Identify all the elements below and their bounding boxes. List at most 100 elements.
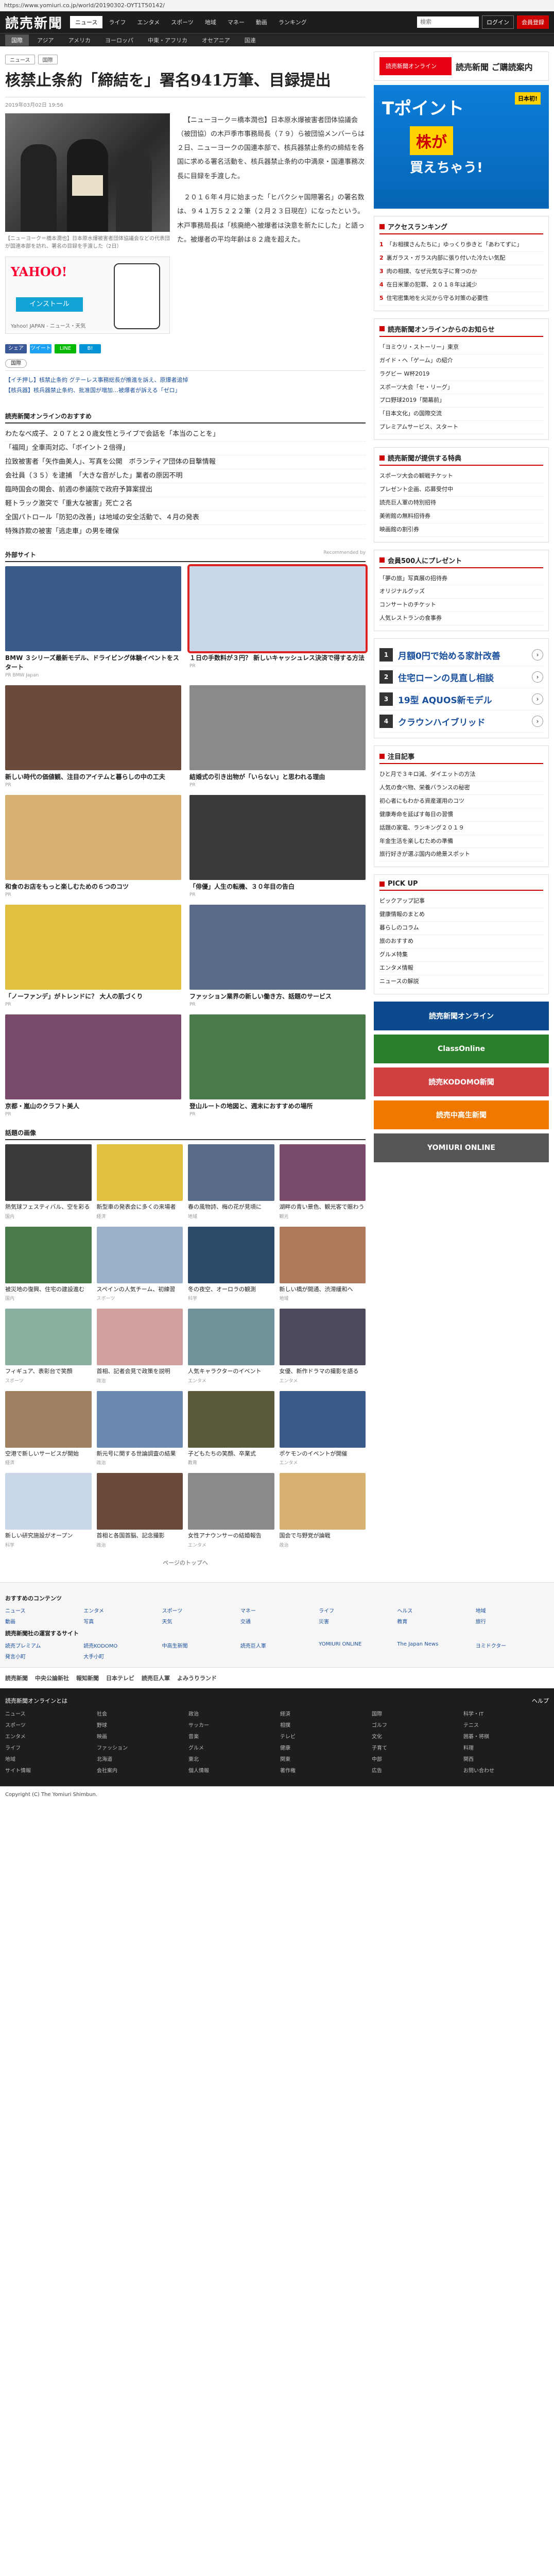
- top-nav-item[interactable]: ライフ: [103, 16, 131, 28]
- points-item[interactable]: プレゼント企画、応募受付中: [379, 483, 543, 497]
- brand-logo[interactable]: 読売新聞: [5, 1674, 28, 1682]
- sub-nav-item[interactable]: ヨーロッパ: [99, 35, 140, 46]
- yomiuri-news-item[interactable]: プレミアムサービス、スタート: [379, 421, 543, 435]
- pickup-item[interactable]: 健康情報のまとめ: [379, 908, 543, 922]
- photo-card[interactable]: 人気キャラクターのイベント エンタメ: [188, 1309, 274, 1384]
- recommend-card[interactable]: 和食のお店をもっと楽しむための６つのコツ PR: [5, 795, 181, 897]
- recommend-card[interactable]: 「ノーファンデ」がトレンドに？ 大人の肌づくり PR: [5, 905, 181, 1007]
- footer-category-link[interactable]: テニス: [463, 1721, 549, 1731]
- top-nav-item[interactable]: マネー: [222, 16, 250, 28]
- recommend-card[interactable]: 「俳優」人生の転機、３０年目の告白 PR: [189, 795, 366, 897]
- pickup-item[interactable]: エンタメ情報: [379, 962, 543, 975]
- footer-category-link[interactable]: ニュース: [5, 1710, 91, 1719]
- footer-site-link[interactable]: YOMIURI ONLINE: [319, 1641, 392, 1649]
- footer-category-link[interactable]: 文化: [372, 1733, 457, 1742]
- footer-site-link[interactable]: 読売KODOMO: [83, 1641, 157, 1649]
- yomiuri-news-item[interactable]: 「ヨミウリ・ストーリー」東京: [379, 341, 543, 354]
- news-list-item[interactable]: 臨時国会の開会、前週の参議院で政府予算案提出: [5, 483, 366, 498]
- news-list-item[interactable]: 「福岡」全車両対応、「ボイント２倍得」: [5, 442, 366, 456]
- featured-item[interactable]: ひと月で３キロ減、ダイエットの方法: [379, 768, 543, 782]
- sub-nav-item[interactable]: 中東・アフリカ: [142, 35, 194, 46]
- chevron-right-icon[interactable]: ›: [532, 649, 543, 661]
- footer-category-link[interactable]: スポーツ: [5, 1721, 91, 1731]
- footer-recommend-link[interactable]: 教育: [397, 1617, 470, 1625]
- yomiuri-news-item[interactable]: ラグビー W杯2019: [379, 368, 543, 381]
- footer-category-link[interactable]: テレビ: [280, 1733, 366, 1742]
- gift-item[interactable]: オリジナルグッズ: [379, 585, 543, 599]
- points-item[interactable]: 映画館の割引券: [379, 523, 543, 537]
- footer-site-link[interactable]: The Japan News: [397, 1641, 470, 1649]
- top-nav-item[interactable]: スポーツ: [166, 16, 199, 28]
- news-list-item[interactable]: 全国パトロール「防犯の改善」は地域の安全活動で、４月の発表: [5, 511, 366, 526]
- footer-recommend-link[interactable]: エンタメ: [83, 1606, 157, 1614]
- news-list-item[interactable]: 拉致被害者「矢作曲美人」、写真を公開 ボランティア団体の目撃情報: [5, 455, 366, 470]
- brand-logo[interactable]: 日本テレビ: [106, 1674, 134, 1682]
- photo-card[interactable]: スペインの人気チーム、初練習 スポーツ: [96, 1226, 183, 1301]
- footer-category-link[interactable]: 料理: [463, 1744, 549, 1753]
- footer-recommend-link[interactable]: ライフ: [319, 1606, 392, 1614]
- featured-item[interactable]: 初心者にもわかる資産運用のコツ: [379, 795, 543, 808]
- recommend-card[interactable]: 新しい時代の価値観、注目のアイテムと暮らしの中の工夫 PR: [5, 685, 181, 788]
- footer-category-link[interactable]: 中部: [372, 1755, 457, 1765]
- chevron-right-icon[interactable]: ›: [532, 671, 543, 683]
- sub-nav-item[interactable]: 国連: [238, 35, 262, 46]
- footer-category-link[interactable]: サイト情報: [5, 1767, 91, 1776]
- article-photo[interactable]: [5, 113, 170, 232]
- line-share-button[interactable]: LINE: [55, 344, 76, 353]
- footer-category-link[interactable]: 映画: [97, 1733, 182, 1742]
- photo-card[interactable]: 首相、記者会見で政策を説明 政治: [96, 1309, 183, 1384]
- footer-category-link[interactable]: 会社案内: [97, 1767, 182, 1776]
- footer-site-link[interactable]: 発言小町: [5, 1652, 78, 1660]
- breadcrumb-item[interactable]: ニュース: [5, 55, 35, 64]
- recommend-card[interactable]: ファッション業界の新しい働き方、話題のサービス PR: [189, 905, 366, 1007]
- sub-nav-item[interactable]: 国際: [5, 34, 29, 46]
- ad-row[interactable]: 4 クラウンハイブリッド ›: [379, 710, 543, 733]
- gift-item[interactable]: コンサートのチケット: [379, 599, 543, 613]
- footer-category-link[interactable]: ファッション: [97, 1744, 182, 1753]
- breadcrumb-item[interactable]: 国際: [38, 55, 58, 64]
- pickup-item[interactable]: ニュースの解説: [379, 975, 543, 989]
- help-link[interactable]: ヘルプ: [532, 1697, 549, 1705]
- footer-category-link[interactable]: 関東: [280, 1755, 366, 1765]
- recommend-card[interactable]: BMW ３シリーズ最新モデル、ドライビング体験イベントをスタート PR BMW J…: [5, 566, 181, 678]
- sidebar-banner[interactable]: 読売新聞オンライン: [374, 1001, 549, 1030]
- footer-category-link[interactable]: 経済: [280, 1710, 366, 1719]
- footer-recommend-link[interactable]: 天気: [162, 1617, 235, 1625]
- register-button[interactable]: 会員登録: [517, 15, 549, 29]
- footer-recommend-link[interactable]: 写真: [83, 1617, 157, 1625]
- page-top-link[interactable]: ページのトップへ: [5, 1558, 366, 1567]
- footer-site-link[interactable]: 読売巨人軍: [240, 1641, 314, 1649]
- login-button[interactable]: ログイン: [482, 15, 514, 29]
- footer-recommend-link[interactable]: 動画: [5, 1617, 78, 1625]
- yomiuri-news-item[interactable]: プロ野球2019「開幕前」: [379, 394, 543, 408]
- footer-recommend-link[interactable]: マネー: [240, 1606, 314, 1614]
- footer-site-link[interactable]: 読売プレミアム: [5, 1641, 78, 1649]
- footer-category-link[interactable]: 広告: [372, 1767, 457, 1776]
- points-item[interactable]: 読売巨人軍の特別招待: [379, 497, 543, 510]
- footer-recommend-link[interactable]: スポーツ: [162, 1606, 235, 1614]
- recommend-card[interactable]: 京都・嵐山のクラフト美人 PR: [5, 1014, 181, 1117]
- about-link[interactable]: 読売新聞オンラインとは: [5, 1697, 67, 1705]
- footer-category-link[interactable]: 国際: [372, 1710, 457, 1719]
- photo-card[interactable]: 子どもたちの笑顔、卒業式 教育: [188, 1391, 274, 1466]
- sub-nav-item[interactable]: オセアニア: [196, 35, 236, 46]
- points-item[interactable]: スポーツ大会の観戦チケット: [379, 470, 543, 483]
- footer-category-link[interactable]: サッカー: [188, 1721, 274, 1731]
- sidebar-banner[interactable]: ClassOnline: [374, 1034, 549, 1063]
- news-list-item[interactable]: 会社員（３５）を逮捕 「大きな音がした」業者の原因不明: [5, 469, 366, 484]
- facebook-share-button[interactable]: シェア: [5, 344, 27, 353]
- photo-card[interactable]: 熱気球フェスティバル、空を彩る 国内: [5, 1144, 92, 1219]
- footer-category-link[interactable]: 北海道: [97, 1755, 182, 1765]
- news-list-item[interactable]: 軽トラック激突で「重大な被害」死亡２名: [5, 497, 366, 512]
- pickup-item[interactable]: 旅のおすすめ: [379, 935, 543, 948]
- hatena-bookmark-button[interactable]: B!: [79, 344, 101, 353]
- footer-site-link[interactable]: 大手小町: [83, 1652, 157, 1660]
- photo-card[interactable]: 女性アナウンサーの結婚報告 エンタメ: [188, 1473, 274, 1548]
- footer-site-link[interactable]: ヨミドクター: [476, 1641, 549, 1649]
- related-link[interactable]: 【核兵器】核兵器禁止条約、批准国が増加…被爆者が訴える「ゼロ」: [5, 385, 366, 396]
- brand-logo[interactable]: 中央公論新社: [35, 1674, 69, 1682]
- footer-recommend-link[interactable]: ニュース: [5, 1606, 78, 1614]
- sidebar-banner[interactable]: 読売中高生新聞: [374, 1100, 549, 1129]
- photo-card[interactable]: 春の風物詩、梅の花が見頃に 地域: [188, 1144, 274, 1219]
- sub-nav-item[interactable]: アジア: [31, 35, 60, 46]
